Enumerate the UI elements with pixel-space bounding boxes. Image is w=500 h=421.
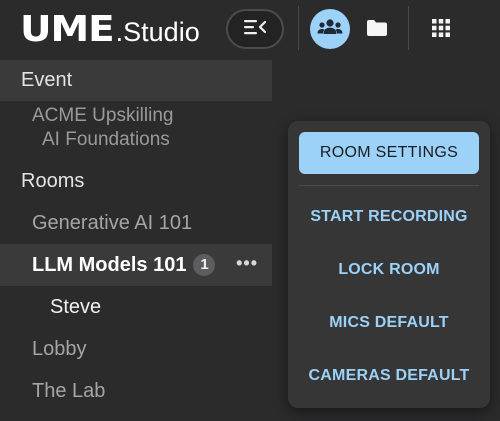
event-name-line2: AI Foundations: [42, 129, 170, 150]
event-name-line1: ACME Upskilling: [32, 105, 174, 126]
start-recording-menu-item[interactable]: START RECORDING: [288, 199, 490, 235]
participant-count-badge: 1: [193, 254, 216, 276]
room-item-the-lab[interactable]: The Lab: [0, 370, 272, 412]
room-more-options-icon[interactable]: •••: [236, 244, 258, 286]
toolbar-divider: [408, 6, 409, 50]
logo-subtitle: .Studio: [115, 17, 200, 47]
files-button[interactable]: [360, 13, 394, 47]
menu-collapse-icon: [244, 19, 267, 40]
room-label: LLM Models 101: [32, 254, 187, 276]
room-item-generative-ai-101[interactable]: Generative AI 101: [0, 202, 272, 244]
lock-room-menu-item[interactable]: LOCK ROOM: [288, 252, 490, 288]
top-bar: UME .Studio: [0, 0, 500, 62]
room-label: Lobby: [32, 338, 87, 360]
mics-default-menu-item[interactable]: MICS DEFAULT: [288, 305, 490, 341]
event-section-header: Event: [0, 60, 272, 101]
rooms-section-header: Rooms: [21, 170, 85, 192]
toolbar-divider: [298, 6, 299, 50]
menu-toggle-button[interactable]: [226, 9, 284, 49]
participants-button[interactable]: [310, 9, 350, 49]
room-options-menu: ROOM SETTINGS START RECORDING LOCK ROOM …: [288, 121, 490, 408]
app-logo[interactable]: UME .Studio: [20, 10, 200, 50]
event-name[interactable]: ACME Upskilling AI Foundations: [32, 104, 262, 152]
cameras-default-menu-item[interactable]: CAMERAS DEFAULT: [288, 358, 490, 394]
room-item-lobby[interactable]: Lobby: [0, 328, 272, 370]
apps-button[interactable]: [424, 13, 458, 47]
room-label: Generative AI 101: [32, 212, 193, 234]
logo-mark: UME: [20, 9, 115, 50]
people-group-icon: [317, 18, 343, 41]
room-item-llm-models-101[interactable]: LLM Models 101 1 •••: [0, 244, 272, 286]
folder-icon: [366, 19, 388, 42]
participant-item-steve[interactable]: Steve: [0, 286, 272, 328]
apps-grid-icon: [432, 18, 450, 42]
room-settings-button[interactable]: ROOM SETTINGS: [299, 132, 479, 174]
room-label: The Lab: [32, 380, 106, 402]
menu-divider: [299, 185, 479, 186]
